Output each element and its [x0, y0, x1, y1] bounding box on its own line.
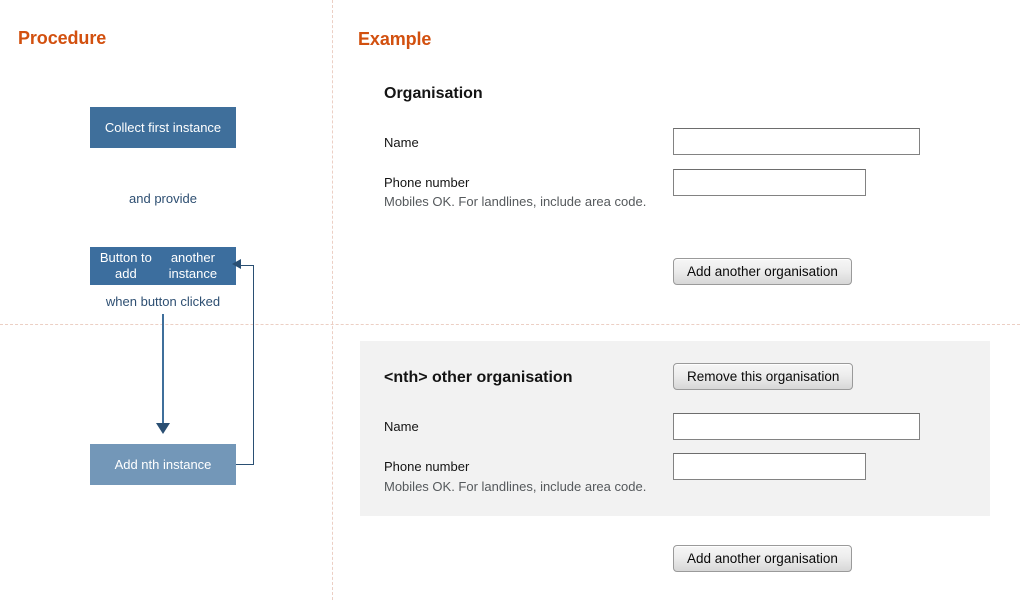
- flow-box-button-to-add-another-instance: Button to add another instance: [90, 247, 236, 285]
- connector-line-down: [162, 314, 164, 426]
- add-another-organisation-button-bottom[interactable]: Add another organisation: [673, 545, 852, 572]
- page-title-example: Example: [358, 29, 432, 49]
- label-phone-number-nth: Phone number: [384, 459, 470, 474]
- label-name-first: Name: [384, 135, 419, 150]
- flow-note-when-button-clicked: when button clicked: [105, 294, 221, 309]
- hint-phone-number-nth: Mobiles OK. For landlines, include area …: [384, 479, 647, 494]
- organisation-section-title: Organisation: [384, 85, 483, 102]
- remove-this-organisation-button[interactable]: Remove this organisation: [673, 363, 854, 390]
- flow-box-add-nth-instance: Add nth instance: [90, 444, 236, 485]
- add-another-organisation-button-top[interactable]: Add another organisation: [673, 258, 852, 285]
- flow-box-collect-first-instance: Collect first instance: [90, 107, 236, 148]
- flow-box-addbutton-line1: Button to add: [99, 250, 152, 281]
- flow-box-addbutton-line2: another instance: [168, 250, 218, 281]
- arrowhead-left-icon: [232, 259, 241, 269]
- label-phone-number-first: Phone number: [384, 175, 470, 190]
- flow-note-and-provide: and provide: [129, 191, 197, 206]
- phone-number-field-first[interactable]: [673, 169, 866, 196]
- nth-organisation-section-title: <nth> other organisation: [384, 369, 573, 386]
- horizontal-divider: [0, 324, 1020, 325]
- label-name-nth: Name: [384, 419, 419, 434]
- phone-number-field-nth[interactable]: [673, 453, 866, 480]
- vertical-divider: [332, 0, 333, 600]
- hint-phone-number-first: Mobiles OK. For landlines, include area …: [384, 194, 647, 209]
- arrowhead-down-icon: [156, 423, 170, 434]
- name-field-first[interactable]: [673, 128, 920, 155]
- page-title-procedure: Procedure: [18, 28, 107, 48]
- name-field-nth[interactable]: [673, 413, 920, 440]
- connector-loop-back: [236, 265, 254, 465]
